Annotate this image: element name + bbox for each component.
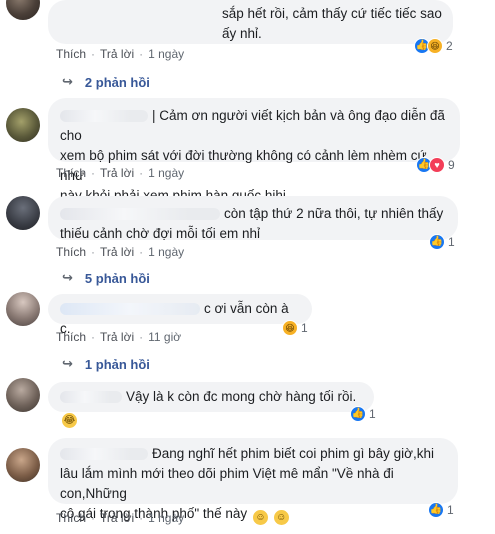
love-icon: ♥: [429, 157, 445, 173]
comment-bubble: sắp hết rồi, cảm thấy cứ tiếc tiếc sao ấ…: [48, 0, 453, 44]
view-replies-button[interactable]: ↪ 1 phản hồi: [62, 356, 150, 372]
smile-emoji-icon: ☺: [252, 510, 268, 525]
reaction-count: 1: [448, 235, 455, 249]
avatar[interactable]: [6, 378, 40, 412]
comment-text-line: Vậy là k còn đc mong chờ hàng tối rồi.: [126, 389, 357, 404]
reaction-summary[interactable]: 👍 😆 2: [414, 36, 453, 56]
reply-link[interactable]: Trả lời: [100, 511, 134, 525]
view-replies-button[interactable]: ↪ 5 phản hồi: [62, 270, 150, 286]
reply-link[interactable]: Trả lời: [100, 245, 134, 259]
like-icon: 👍: [428, 502, 444, 518]
comment-bubble: Đang nghĩ hết phim biết coi phim gì bây …: [48, 438, 458, 525]
like-icon: 👍: [429, 234, 445, 250]
replies-count-label: 5 phản hồi: [84, 270, 150, 286]
laughing-emoji-icon: 😂: [62, 413, 77, 428]
comment-actions: Thích · Trả lời · 11 giờ: [56, 330, 182, 344]
reaction-summary[interactable]: 😆 1: [282, 318, 308, 338]
comment-text-line: còn tập thứ 2 nữa thôi, tự nhiên thấy: [224, 206, 444, 221]
reply-arrow-icon: ↪: [62, 356, 73, 371]
comment-actions: Thích · Trả lời · 1 ngày: [56, 245, 185, 259]
reply-link[interactable]: Trả lời: [100, 166, 134, 180]
reaction-summary[interactable]: 👍 1: [350, 404, 376, 424]
reply-link[interactable]: Trả lời: [100, 330, 134, 344]
smile-emoji-icon: ☺: [273, 510, 289, 525]
reply-link[interactable]: Trả lời: [100, 47, 134, 61]
timestamp[interactable]: 1 ngày: [148, 47, 184, 61]
like-icon: 👍: [350, 406, 366, 422]
comment-actions: Thích · Trả lời · 1 ngày: [56, 166, 185, 180]
author-name[interactable]: [60, 391, 122, 404]
avatar[interactable]: [6, 108, 40, 142]
comment-bubble: Vậy là k còn đc mong chờ hàng tối rồi. 😂: [48, 382, 374, 428]
reaction-summary[interactable]: 👍 1: [428, 500, 454, 520]
comment-bubble: còn tập thứ 2 nữa thôi, tự nhiên thấy th…: [48, 196, 458, 241]
timestamp[interactable]: 1 ngày: [148, 245, 184, 259]
replies-count-label: 2 phản hồi: [84, 74, 150, 90]
reaction-count: 9: [448, 158, 455, 172]
reaction-count: 2: [446, 39, 453, 53]
avatar[interactable]: [6, 292, 40, 326]
like-link[interactable]: Thích: [56, 166, 86, 180]
comment-text-line: Đang nghĩ hết phim biết coi phim gì bây …: [152, 446, 435, 461]
like-link[interactable]: Thích: [56, 511, 86, 525]
haha-icon: 😆: [427, 38, 443, 54]
author-name[interactable]: [60, 208, 220, 221]
author-name[interactable]: [60, 448, 148, 461]
author-name[interactable]: [60, 110, 148, 123]
like-link[interactable]: Thích: [56, 330, 86, 344]
reply-arrow-icon: ↪: [62, 74, 73, 89]
reaction-summary[interactable]: 👍 1: [429, 232, 455, 252]
comment-text-line: lâu lắm mình mới theo dõi phim Việt mê m…: [60, 466, 394, 501]
view-replies-button[interactable]: ↪ 2 phản hồi: [62, 74, 150, 90]
comment-bubble: | Cảm ơn người viết kịch bản và ông đạo …: [48, 98, 460, 203]
comment-text-line: sắp hết rồi, cảm thấy cứ tiếc tiếc sao: [222, 6, 442, 21]
timestamp[interactable]: 1 ngày: [148, 511, 184, 525]
reaction-count: 1: [301, 321, 308, 335]
comment-actions: Thích · Trả lời · 1 ngày: [56, 47, 185, 61]
reaction-summary[interactable]: 👍 ♥ 9: [416, 155, 455, 175]
comment-actions: Thích · Trả lời · 1 ngày: [56, 511, 185, 525]
reply-arrow-icon: ↪: [62, 270, 73, 285]
author-name[interactable]: [60, 303, 200, 316]
reaction-count: 1: [369, 407, 376, 421]
replies-count-label: 1 phản hồi: [84, 356, 150, 372]
like-link[interactable]: Thích: [56, 47, 86, 61]
comment-bubble: c ơi vẫn còn à c.: [48, 294, 312, 336]
avatar[interactable]: [6, 196, 40, 230]
avatar[interactable]: [6, 448, 40, 482]
reaction-count: 1: [447, 503, 454, 517]
like-link[interactable]: Thích: [56, 245, 86, 259]
haha-icon: 😆: [282, 320, 298, 336]
avatar[interactable]: [6, 0, 40, 20]
timestamp[interactable]: 11 giờ: [148, 330, 181, 344]
timestamp[interactable]: 1 ngày: [148, 166, 184, 180]
comment-text-line: thiếu cảnh chờ đợi mỗi tối em nhỉ: [60, 226, 261, 241]
